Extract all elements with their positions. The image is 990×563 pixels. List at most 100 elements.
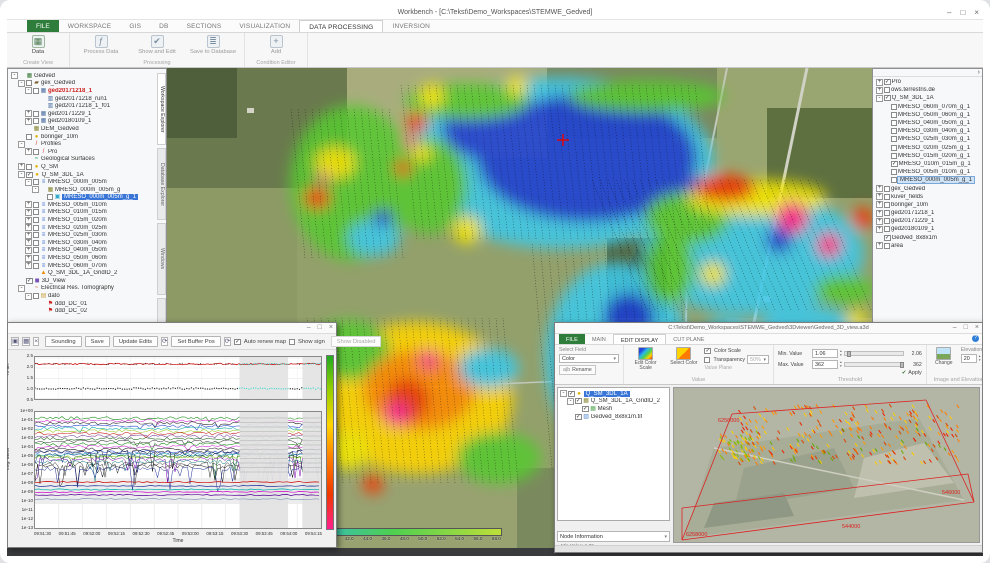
expander-plus-icon[interactable]: +	[25, 255, 32, 262]
tree-item-ows-terrestris-de[interactable]: +ows.terrestris.de	[874, 86, 981, 94]
checkbox[interactable]	[33, 202, 39, 208]
tree-item-dato[interactable]: -▤dato	[9, 292, 156, 300]
vertical-tab-database-explorer[interactable]: Database Explorer	[157, 148, 166, 220]
viewer3d-tab-file[interactable]: FILE	[559, 334, 585, 344]
tree-item-mreso-040m-050m-g-1[interactable]: MRESO_040m_050m_g_1	[874, 119, 981, 127]
tree-item-mreso-015m-020m[interactable]: +≡MRESO_015m_020m	[9, 216, 156, 224]
expander-plus-icon[interactable]: +	[18, 163, 25, 170]
elevation-spinner[interactable]: ▴▾	[979, 355, 981, 361]
expander-minus-icon[interactable]: -	[560, 390, 567, 397]
expander-plus-icon[interactable]: +	[876, 185, 883, 192]
checkbox[interactable]	[33, 232, 39, 238]
show-sign-checkbox[interactable]: Show sign	[289, 339, 325, 345]
min-slider[interactable]	[844, 351, 904, 356]
expander-plus-icon[interactable]: +	[876, 242, 883, 249]
expander-minus-icon[interactable]: -	[567, 398, 574, 405]
checkbox[interactable]	[884, 194, 890, 200]
tree-item-ddd-dc-02[interactable]: ⚑ddd_DC_02	[9, 307, 156, 315]
ribbon-tab-inversion[interactable]: INVERSION	[383, 20, 439, 32]
viewport-3d[interactable]: 62580006256000544000546000	[673, 387, 980, 543]
expander-plus-icon[interactable]: +	[25, 262, 32, 269]
checkbox[interactable]	[891, 169, 897, 175]
expander-plus-icon[interactable]: +	[25, 201, 32, 208]
expander-minus-icon[interactable]: -	[876, 95, 883, 102]
checkbox[interactable]	[891, 145, 897, 151]
ribbon-tab-workspace[interactable]: WORKSPACE	[59, 20, 121, 32]
checkbox[interactable]	[884, 226, 890, 232]
set-buffer-pos-button[interactable]: Set Buffer Pos	[171, 336, 220, 347]
tree-item-mreso-000m-005m-g-1[interactable]: MRESO_000m_005m_g_1	[874, 176, 981, 184]
tree-item-gedved[interactable]: -▦Gedved	[9, 72, 156, 80]
sounding-button[interactable]: Sounding	[45, 336, 82, 347]
minimize-icon[interactable]: –	[953, 324, 957, 331]
tree-item-dem-gedved[interactable]: ▦DEM_Gedved	[9, 125, 156, 133]
expander-plus-icon[interactable]: +	[25, 217, 32, 224]
tree-item-gex-gedved[interactable]: +gex_Gedved	[874, 184, 981, 192]
tree-item-boringer-10m[interactable]: ●boringer_10m	[9, 133, 156, 141]
pin-icon[interactable]: ▣	[11, 337, 19, 346]
ribbon-tab-db[interactable]: DB	[150, 20, 177, 32]
tree-item-pro[interactable]: +/Pro	[9, 148, 156, 156]
tree-item-mreso-025m-030m-g-1[interactable]: MRESO_025m_030m_g_1	[874, 135, 981, 143]
tree-item-ged20180109-1[interactable]: +▦ged20180109_1	[9, 118, 156, 126]
tree-item-electrical-res-tomography[interactable]: -~Electrical Res. Tomography	[9, 285, 156, 293]
expander-plus-icon[interactable]: +	[25, 224, 32, 231]
expander-plus-icon[interactable]: +	[25, 232, 32, 239]
grid-tool-icon[interactable]: ▦	[22, 337, 30, 346]
checkbox[interactable]	[891, 136, 897, 142]
checkbox[interactable]	[891, 104, 897, 110]
close-icon[interactable]: ×	[975, 324, 979, 331]
checkbox[interactable]	[33, 88, 39, 94]
checkbox[interactable]	[33, 293, 39, 299]
close-icon[interactable]: ×	[329, 324, 333, 331]
show-and-edit-button[interactable]: ✔Show and Edit	[132, 35, 182, 59]
ribbon-tab-visualization[interactable]: VISUALIZATION	[230, 20, 299, 32]
tree-item-ged20171218-1[interactable]: -▦ged20171218_1	[9, 87, 156, 95]
checkbox[interactable]	[33, 149, 39, 155]
checkbox[interactable]	[33, 111, 39, 117]
tree-item-mreso-000m-005m-g-1[interactable]: ▣MRESO_000m_005m_g_1	[9, 194, 156, 202]
update-edits-button[interactable]: Update Edits	[113, 336, 158, 347]
tree-item-q-sm-3dl-1a[interactable]: -✓●Q_SM_3DL_1A	[558, 390, 669, 398]
checkbox[interactable]	[33, 225, 39, 231]
checkbox[interactable]: ✓	[26, 172, 33, 178]
expander-minus-icon[interactable]: -	[11, 72, 18, 79]
expander-minus-icon[interactable]: -	[25, 179, 32, 186]
max-slider[interactable]	[844, 362, 904, 367]
tree-item-geological-surfaces[interactable]: ≈Geological Surfaces	[9, 156, 156, 164]
tree-item-area[interactable]: +area	[874, 242, 981, 250]
help-icon[interactable]: ?	[972, 335, 979, 342]
maximize-icon[interactable]: □	[964, 324, 968, 331]
viewer3d-titlebar[interactable]: C:\Tekst\Demo_Workspaces\STEMWE_Gedved\3…	[555, 323, 982, 334]
tree-item-q-sm-3dl-1a-gridid-2[interactable]: ▲Q_SM_3DL_1A_GridID_2	[9, 269, 156, 277]
save-button[interactable]: Save	[85, 336, 110, 347]
node-information-select[interactable]: Node Information▾	[557, 531, 670, 542]
tree-item-mreso-005m-010m[interactable]: +≡MRESO_005m_010m	[9, 201, 156, 209]
expander-plus-icon[interactable]: +	[25, 247, 32, 254]
tab-file[interactable]: FILE	[27, 20, 59, 32]
tree-item-profiles[interactable]: -/Profiles	[9, 140, 156, 148]
tree-item-q-sm-3dl-1a[interactable]: -✓Q_SM_3DL_1A	[874, 94, 981, 102]
checkbox[interactable]: ✓	[884, 235, 891, 241]
expander-minus-icon[interactable]: -	[18, 171, 25, 178]
elevation-input[interactable]: 20	[961, 354, 977, 363]
tree-item-mreso-000m-005m-g[interactable]: -▦MRESO_000m_005m_g	[9, 186, 156, 194]
expander-plus-icon[interactable]: +	[25, 110, 32, 117]
refresh-icon[interactable]: ⟳	[224, 337, 231, 346]
tree-item-q-sm-3dl-1a-gridid-2[interactable]: -✓▦Q_SM_3DL_1A_GridID_2	[558, 398, 669, 406]
checkbox[interactable]: ✓	[26, 278, 33, 284]
expander-plus-icon[interactable]: +	[25, 239, 32, 246]
edit-color-scale-button[interactable]: Edit Color Scale	[628, 347, 663, 372]
tree-item-mreso-060m-070m-g-1[interactable]: MRESO_060m_070m_g_1	[874, 103, 981, 111]
tree-item-pro[interactable]: +✓Pro	[874, 78, 981, 86]
close-icon[interactable]: ×	[974, 8, 979, 17]
ribbon-tab-data-processing[interactable]: DATA PROCESSING	[299, 20, 383, 32]
checkbox[interactable]	[33, 240, 39, 246]
tree-item-q-sm[interactable]: +●Q_SM	[9, 163, 156, 171]
expander-plus-icon[interactable]: +	[25, 209, 32, 216]
expander-plus-icon[interactable]: +	[876, 87, 883, 94]
checkbox[interactable]	[26, 164, 32, 170]
tree-item-mreso-050m-060m-g-1[interactable]: MRESO_050m_060m_g_1	[874, 111, 981, 119]
vertical-tab-workspace-explorer[interactable]: Workspace Explorer	[157, 73, 166, 145]
expander-minus-icon[interactable]: -	[32, 186, 39, 193]
